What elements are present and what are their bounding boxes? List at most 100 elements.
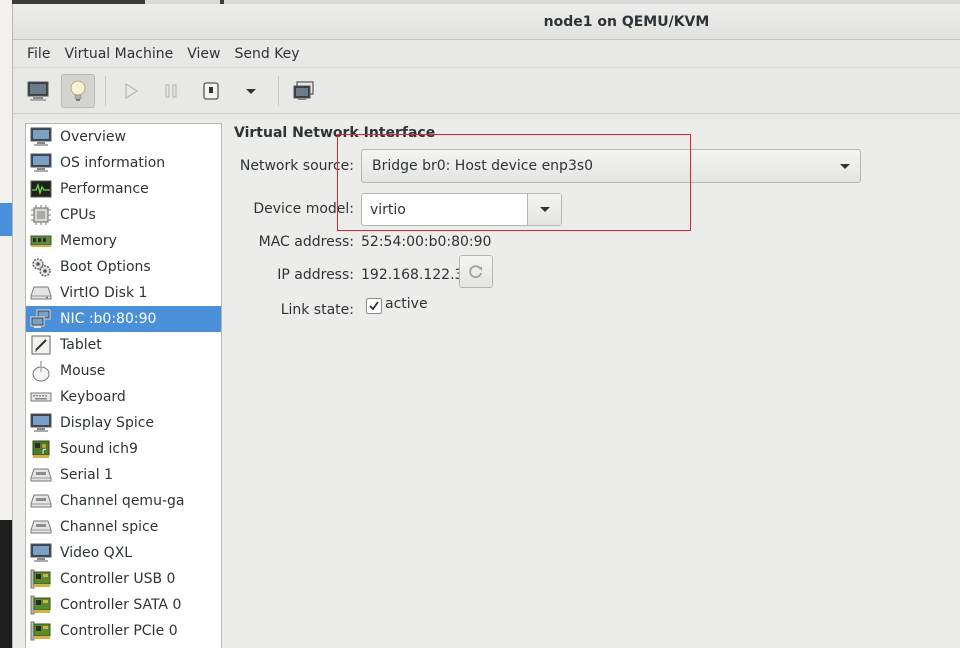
chevron-down-icon <box>246 88 256 94</box>
device-model-dropdown-button[interactable] <box>527 194 561 225</box>
sidebar-item-label: Controller PCIe 0 <box>60 623 178 639</box>
sidebar-item-label: Mouse <box>60 363 106 379</box>
serial-icon <box>30 464 52 486</box>
menu-file[interactable]: File <box>20 46 57 62</box>
sidebar-item-mouse[interactable]: Mouse <box>26 358 221 384</box>
sidebar-item-controller-sata[interactable]: Controller SATA 0 <box>26 592 221 618</box>
link-state-value[interactable]: active <box>385 296 428 312</box>
device-model-label: Device model: <box>253 201 354 217</box>
sidebar-item-nic[interactable]: NIC :b0:80:90 <box>26 306 221 332</box>
sidebar-item-performance[interactable]: Performance <box>26 176 221 202</box>
console-button[interactable] <box>21 74 55 108</box>
sidebar-item-channel-qemu-ga[interactable]: Channel qemu-ga <box>26 488 221 514</box>
checkmark-icon <box>369 301 379 311</box>
pause-button[interactable] <box>154 74 188 108</box>
graph-icon <box>30 178 52 200</box>
menu-send-key[interactable]: Send Key <box>227 46 306 62</box>
sidebar-item-controller-usb[interactable]: Controller USB 0 <box>26 566 221 592</box>
sidebar-item-channel-spice[interactable]: Channel spice <box>26 514 221 540</box>
pause-icon <box>165 83 177 98</box>
section-title: Virtual Network Interface <box>234 125 436 141</box>
device-model-input[interactable]: virtio <box>362 194 527 225</box>
sidebar-item-sound[interactable]: Sound ich9 <box>26 436 221 462</box>
details-button[interactable] <box>61 73 95 108</box>
sound-card-icon <box>30 438 52 460</box>
shutdown-button[interactable] <box>194 74 228 108</box>
monitor-icon <box>30 126 52 148</box>
sidebar-item-memory[interactable]: Memory <box>26 228 221 254</box>
sidebar-item-cpus[interactable]: CPUs <box>26 202 221 228</box>
vm-window: node1 on QEMU/KVM File Virtual Machine V… <box>12 4 960 648</box>
disk-icon <box>30 282 52 304</box>
desktop-background-left <box>0 0 12 648</box>
sidebar-item-overview[interactable]: Overview <box>26 124 221 150</box>
sidebar-item-label: Display Spice <box>60 415 155 431</box>
link-state-label: Link state: <box>280 302 354 318</box>
network-source-label: Network source: <box>239 158 354 174</box>
sidebar-item-label: OS information <box>60 155 166 171</box>
network-source-select[interactable]: Bridge br0: Host device enp3s0 <box>361 149 861 183</box>
fullscreen-icon <box>293 80 314 100</box>
sidebar-item-keyboard[interactable]: Keyboard <box>26 384 221 410</box>
sidebar-item-label: Performance <box>60 181 149 197</box>
details-panel: Virtual Network Interface Network source… <box>234 119 954 639</box>
sidebar-item-label: Controller SATA 0 <box>60 597 182 613</box>
sidebar-item-label: NIC :b0:80:90 <box>60 311 157 327</box>
menu-bar: File Virtual Machine View Send Key <box>13 40 960 68</box>
run-button[interactable] <box>114 74 148 108</box>
sidebar-item-tablet[interactable]: Tablet <box>26 332 221 358</box>
sidebar-item-video-qxl[interactable]: Video QXL <box>26 540 221 566</box>
network-icon <box>30 308 52 330</box>
memory-icon <box>30 230 52 252</box>
sidebar-item-label: VirtIO Disk 1 <box>60 285 148 301</box>
monitor-icon <box>30 412 52 434</box>
monitor-icon <box>30 152 52 174</box>
toolbar-separator <box>105 75 106 106</box>
console-icon <box>27 81 49 101</box>
sidebar-item-label: Memory <box>60 233 117 249</box>
title-bar[interactable]: node1 on QEMU/KVM <box>13 4 960 40</box>
menu-view[interactable]: View <box>180 46 227 62</box>
link-state-checkbox[interactable] <box>366 298 382 314</box>
sidebar-item-boot-options[interactable]: Boot Options <box>26 254 221 280</box>
toolbar-separator-2 <box>278 75 279 106</box>
sidebar-item-label: Channel qemu-ga <box>60 493 185 509</box>
cpu-icon <box>30 204 52 226</box>
power-icon <box>203 81 219 100</box>
pci-card-icon <box>30 620 52 642</box>
sidebar-item-virtio-disk[interactable]: VirtIO Disk 1 <box>26 280 221 306</box>
sidebar-item-label: Tablet <box>60 337 102 353</box>
monitor-icon <box>30 542 52 564</box>
mac-address-label: MAC address: <box>258 234 354 250</box>
fullscreen-button[interactable] <box>287 74 321 108</box>
sidebar-item-label: Sound ich9 <box>60 441 138 457</box>
refresh-ip-button[interactable] <box>459 255 493 288</box>
chevron-down-icon <box>539 207 550 212</box>
sidebar-item-serial[interactable]: Serial 1 <box>26 462 221 488</box>
serial-icon <box>30 516 52 538</box>
main-content: Overview OS information Performance CPUs… <box>13 119 960 648</box>
sidebar-item-label: CPUs <box>60 207 96 223</box>
sidebar-item-label: Controller USB 0 <box>60 571 176 587</box>
sidebar-item-label: Boot Options <box>60 259 151 275</box>
sidebar-item-label: Serial 1 <box>60 467 113 483</box>
lightbulb-icon <box>70 80 86 101</box>
toolbar <box>13 68 960 114</box>
pci-card-icon <box>30 594 52 616</box>
play-icon <box>125 82 139 99</box>
hardware-list: Overview OS information Performance CPUs… <box>25 123 222 648</box>
sidebar-item-controller-pcie[interactable]: Controller PCIe 0 <box>26 618 221 644</box>
ip-address-value: 192.168.122.3 <box>361 267 464 283</box>
sidebar-item-os-information[interactable]: OS information <box>26 150 221 176</box>
chevron-down-icon <box>840 164 850 169</box>
window-title: node1 on QEMU/KVM <box>543 13 710 30</box>
sidebar-item-label: Channel spice <box>60 519 159 535</box>
menu-virtual-machine[interactable]: Virtual Machine <box>57 46 180 62</box>
mac-address-value: 52:54:00:b0:80:90 <box>361 234 492 250</box>
sidebar-item-display-spice[interactable]: Display Spice <box>26 410 221 436</box>
device-model-combo: virtio <box>361 193 562 226</box>
gear-icon <box>30 256 52 278</box>
network-source-value: Bridge br0: Host device enp3s0 <box>372 158 594 174</box>
refresh-icon <box>469 264 482 278</box>
shutdown-menu-button[interactable] <box>234 74 268 108</box>
